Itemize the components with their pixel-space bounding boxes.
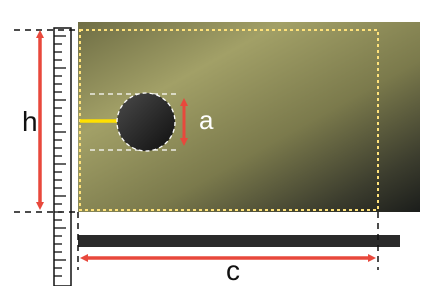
hole-diameter-label: a [199, 105, 214, 135]
length-label: c [226, 255, 240, 286]
diagram-canvas: h a c [0, 0, 430, 286]
diagram-figure [14, 22, 420, 286]
bottom-bar [78, 235, 400, 247]
hole [116, 92, 176, 152]
height-label: h [22, 106, 38, 137]
ruler [53, 27, 72, 286]
